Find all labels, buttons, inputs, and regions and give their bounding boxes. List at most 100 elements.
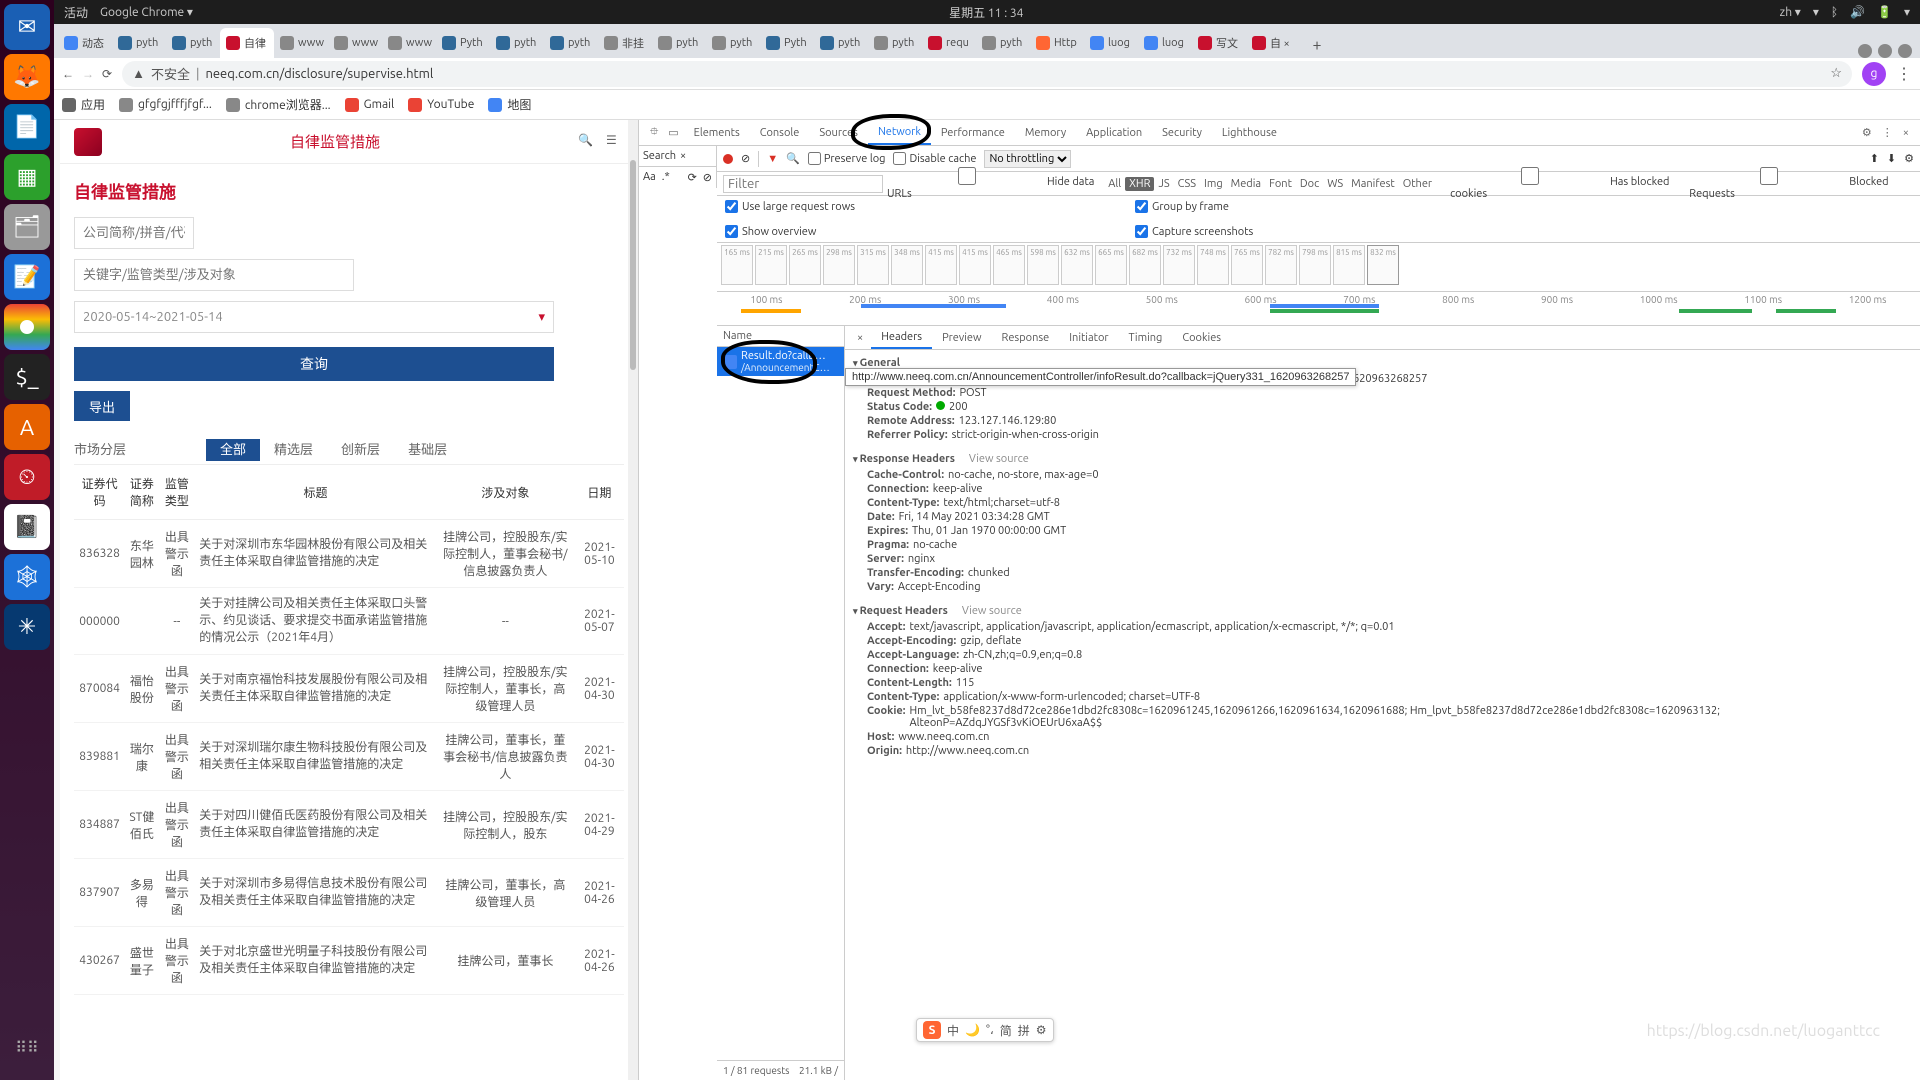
table-row[interactable]: 839881瑞尔康出具警示函关于对深圳瑞尔康生物科技股份有限公司及相关责任主体采… [74, 723, 624, 791]
record-icon[interactable] [723, 154, 733, 164]
neeq-logo-icon[interactable] [74, 128, 102, 156]
browser-tab[interactable]: 动态 [58, 28, 112, 58]
devtools-tab[interactable]: Application [1076, 120, 1152, 145]
clock[interactable]: 星期五 11 : 34 [193, 4, 1780, 21]
filmstrip-frame[interactable]: 732 ms [1163, 245, 1195, 285]
waterfall-timeline[interactable]: 100 ms200 ms300 ms400 ms500 ms600 ms700 … [717, 292, 1920, 326]
preserve-log-checkbox[interactable] [808, 152, 821, 165]
browser-tab[interactable]: pyth [112, 28, 166, 58]
detail-tab[interactable]: Preview [932, 326, 991, 349]
device-toggle-icon[interactable]: ▭ [663, 126, 683, 139]
browser-tab[interactable]: 自律 [220, 28, 274, 58]
filmstrip-frame[interactable]: 632 ms [1061, 245, 1093, 285]
page-scrollbar[interactable] [628, 120, 638, 1080]
browser-tab[interactable]: pyth [706, 28, 760, 58]
table-row[interactable]: 834887ST健佰氏出具警示函关于对四川健佰氏医药股份有限公司及相关责任主体采… [74, 791, 624, 859]
filter-input[interactable] [723, 175, 883, 193]
browser-tab[interactable]: www [274, 28, 328, 58]
terminal-icon[interactable]: $_ [4, 354, 50, 400]
filmstrip-frame[interactable]: 315 ms [857, 245, 889, 285]
large-rows-checkbox[interactable] [725, 200, 738, 213]
response-headers-section[interactable]: Response HeadersView source [853, 450, 1912, 468]
activities-label[interactable]: 活动 [64, 4, 88, 21]
filmstrip-frame[interactable]: 798 ms [1299, 245, 1331, 285]
bluetooth-icon[interactable]: ᛒ [1831, 6, 1838, 19]
blocked-cookies-checkbox[interactable] [1450, 167, 1610, 185]
punct-icon[interactable]: °، [986, 1023, 994, 1037]
browser-tab[interactable]: pyth [544, 28, 598, 58]
filmstrip-frame[interactable]: 748 ms [1197, 245, 1229, 285]
table-row[interactable]: 836328东华园林出具警示函关于对深圳市东华园林股份有限公司及相关责任主体采取… [74, 520, 624, 588]
browser-tab[interactable]: pyth [652, 28, 706, 58]
filter-type[interactable]: CSS [1174, 177, 1200, 191]
filter-type[interactable]: Font [1265, 177, 1296, 191]
browser-tab[interactable]: luog [1084, 28, 1138, 58]
browser-tab[interactable]: Pyth [436, 28, 490, 58]
gear-icon[interactable]: ⚙ [1036, 1023, 1047, 1037]
devtools-close-icon[interactable]: × [1898, 127, 1914, 139]
throttling-select[interactable]: No throttling [984, 150, 1071, 168]
disable-cache-checkbox[interactable] [893, 152, 906, 165]
browser-tab[interactable]: pyth [976, 28, 1030, 58]
files-icon[interactable]: 🗂 [4, 204, 50, 250]
hide-data-urls-checkbox[interactable] [887, 167, 1047, 185]
window-controls[interactable] [1858, 44, 1920, 58]
request-headers-section[interactable]: Request HeadersView source [853, 602, 1912, 620]
libreoffice-writer-icon[interactable]: 📄 [4, 104, 50, 150]
moon-icon[interactable]: 🌙 [965, 1023, 980, 1037]
tier-tab[interactable]: 基础层 [394, 439, 461, 461]
query-button[interactable]: 查询 [74, 347, 554, 381]
date-range-select[interactable]: 2020-05-14~2021-05-14▾ [74, 301, 554, 333]
filmstrip-frame[interactable]: 298 ms [823, 245, 855, 285]
devtools-tab[interactable]: Security [1152, 120, 1212, 145]
table-row[interactable]: 430267盛世量子出具警示函关于对北京盛世光明量子科技股份有限公司及相关责任主… [74, 927, 624, 995]
browser-tab[interactable]: pyth [166, 28, 220, 58]
network-icon[interactable]: ▾ [1813, 5, 1819, 19]
devtools-tab[interactable]: Elements [684, 120, 750, 145]
forward-icon[interactable]: → [82, 67, 94, 81]
bookmark-item[interactable]: YouTube [408, 98, 474, 112]
company-input[interactable] [74, 217, 194, 249]
writer-icon[interactable]: 📝 [4, 254, 50, 300]
filter-type[interactable]: XHR [1125, 177, 1154, 191]
bookmark-item[interactable]: 地图 [488, 96, 531, 113]
profile-avatar[interactable]: g [1862, 62, 1886, 86]
browser-tab[interactable]: pyth [490, 28, 544, 58]
group-frame-checkbox[interactable] [1135, 200, 1148, 213]
spider-icon[interactable]: 🕸 [4, 554, 50, 600]
clear-icon[interactable]: ⊘ [741, 152, 750, 165]
keyword-input[interactable] [74, 259, 354, 291]
filmstrip-frame[interactable]: 765 ms [1231, 245, 1263, 285]
filter-icon[interactable]: ▼ [767, 153, 778, 165]
filmstrip-frame[interactable]: 265 ms [789, 245, 821, 285]
search-icon[interactable]: 🔍 [578, 133, 596, 151]
filmstrip-frame[interactable]: 815 ms [1333, 245, 1365, 285]
app-a-icon[interactable]: A [4, 404, 50, 450]
devtools-tab[interactable]: Performance [931, 120, 1015, 145]
new-tab-button[interactable]: + [1304, 32, 1330, 58]
tier-tab[interactable]: 创新层 [327, 439, 394, 461]
url-input[interactable]: ▲ 不安全 | neeq.com.cn/disclosure/supervise… [122, 61, 1852, 87]
bookmark-item[interactable]: Gmail [345, 98, 395, 112]
chrome-icon[interactable] [4, 304, 50, 350]
filmstrip-frame[interactable]: 165 ms [721, 245, 753, 285]
lang-indicator[interactable]: zh ▾ [1780, 5, 1801, 19]
browser-tab[interactable]: 自 × [1246, 28, 1300, 58]
filter-type[interactable]: Img [1200, 177, 1227, 191]
firefox-icon[interactable]: 🦊 [4, 54, 50, 100]
show-applications-icon[interactable]: ⠿⠿ [4, 1024, 50, 1070]
filmstrip-frame[interactable]: 682 ms [1129, 245, 1161, 285]
filmstrip-frame[interactable]: 348 ms [891, 245, 923, 285]
table-row[interactable]: 000000--关于对挂牌公司及相关责任主体采取口头警示、约见谈话、要求提交书面… [74, 588, 624, 655]
detail-tab[interactable]: Cookies [1172, 326, 1231, 349]
chrome-menu-icon[interactable]: ⋮ [1896, 64, 1912, 83]
browser-tab[interactable]: pyth [814, 28, 868, 58]
table-row[interactable]: 870084福怡股份出具警示函关于对南京福怡科技发展股份有限公司及相关责任主体采… [74, 655, 624, 723]
filmstrip-frame[interactable]: 665 ms [1095, 245, 1127, 285]
detail-tab[interactable]: Headers [871, 326, 932, 349]
devtools-tab[interactable]: Console [750, 120, 810, 145]
filmstrip-frame[interactable]: 598 ms [1027, 245, 1059, 285]
libreoffice-calc-icon[interactable]: ▦ [4, 154, 50, 200]
star-icon[interactable]: ☆ [1830, 66, 1842, 81]
chrome-menu-label[interactable]: Google Chrome ▾ [100, 5, 193, 19]
